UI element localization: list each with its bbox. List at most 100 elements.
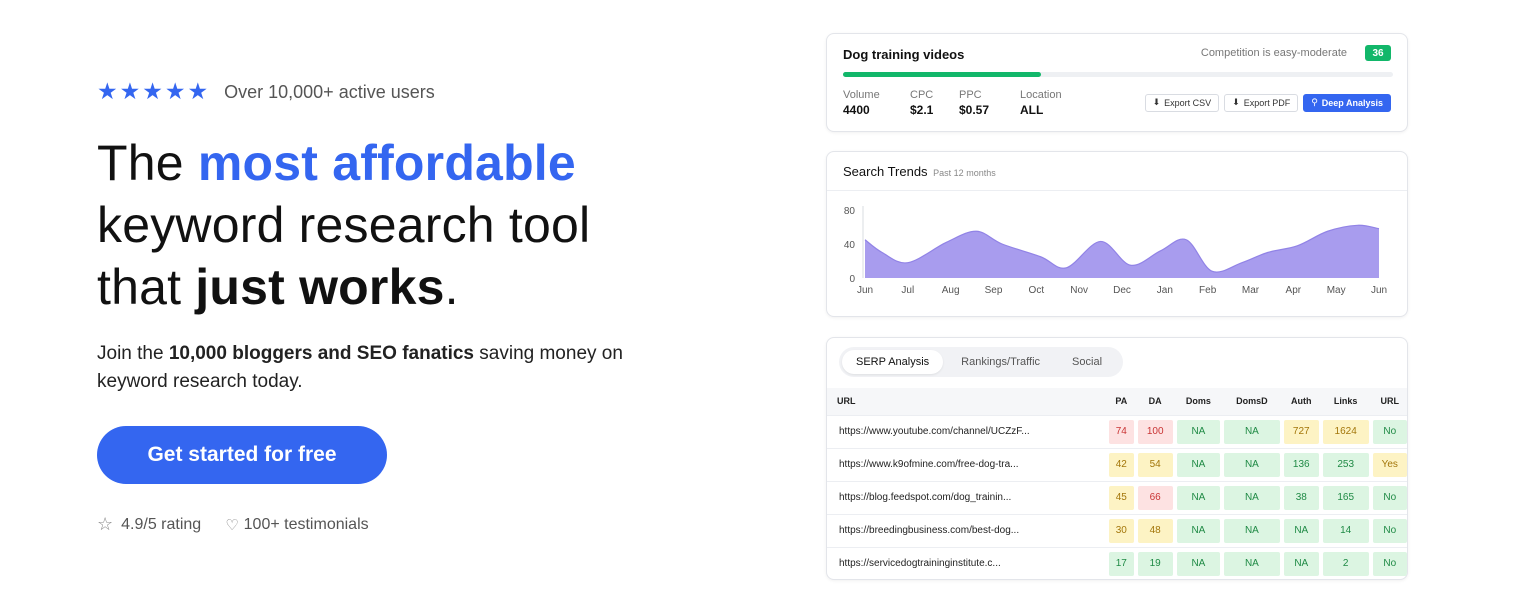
row-url-link[interactable]: https://servicedogtraininginstitute.c... xyxy=(827,547,1107,579)
table-cell: NA xyxy=(1222,415,1282,449)
table-cell: NA xyxy=(1281,547,1321,579)
table-cell: 136 xyxy=(1281,448,1321,482)
star-outline-icon: ☆ xyxy=(97,514,114,535)
metric-value: $0.57 xyxy=(959,103,990,117)
metric-chip: NA xyxy=(1176,551,1221,576)
x-tick-label: Jun xyxy=(857,285,873,296)
hero-subtitle: Join the 10,000 bloggers and SEO fanatic… xyxy=(97,340,677,396)
export-csv-label: Export CSV xyxy=(1164,98,1212,108)
get-started-button[interactable]: Get started for free xyxy=(97,426,387,484)
metric-label: PPC xyxy=(959,89,982,101)
table-cell: NA xyxy=(1174,547,1223,579)
metric-chip: No xyxy=(1372,485,1407,510)
table-cell: NA xyxy=(1281,514,1321,548)
table-cell: NA xyxy=(1222,448,1282,482)
user-rating-row: ★ ★ ★ ★ ★ Over 10,000+ active users xyxy=(97,78,717,106)
trends-subtitle: Past 12 months xyxy=(933,168,996,178)
metric-chip: NA xyxy=(1224,551,1280,576)
table-cell: 100 xyxy=(1135,415,1175,449)
table-cell: 19 xyxy=(1135,547,1175,579)
x-tick-label: Apr xyxy=(1286,285,1302,296)
table-row: https://www.youtube.com/channel/UCZzF...… xyxy=(827,415,1407,449)
download-icon: ⬇ xyxy=(1152,98,1161,108)
metric-chip: NA xyxy=(1224,485,1280,510)
headline-accent: most affordable xyxy=(197,135,576,191)
deep-analysis-button[interactable]: ⚲ Deep Analysis xyxy=(1303,94,1391,112)
download-icon: ⬇ xyxy=(1232,98,1240,108)
x-tick-label: Jan xyxy=(1157,285,1173,296)
serp-card: SERP Analysis Rankings/Traffic Social URL P… xyxy=(826,337,1408,580)
row-url-link[interactable]: https://breedingbusiness.com/best-dog... xyxy=(827,514,1107,548)
table-cell: NA xyxy=(1222,514,1282,548)
column-header-url[interactable]: URL xyxy=(827,388,1107,416)
column-header-auth[interactable]: Auth xyxy=(1281,388,1321,416)
x-tick-label: Jul xyxy=(901,285,914,296)
tab-serp-analysis[interactable]: SERP Analysis xyxy=(842,350,944,374)
row-url-link[interactable]: https://blog.feedspot.com/dog_trainin... xyxy=(827,481,1107,515)
x-tick-label: Nov xyxy=(1070,285,1088,296)
keyword-card: Dog training videos Competition is easy-… xyxy=(826,33,1408,132)
subtitle-strong: 10,000 bloggers and SEO fanatics xyxy=(168,343,474,364)
table-cell: NA xyxy=(1222,481,1282,515)
column-header-doms[interactable]: Doms xyxy=(1174,388,1223,416)
tab-social[interactable]: Social xyxy=(1058,350,1116,374)
table-row: https://blog.feedspot.com/dog_trainin...… xyxy=(827,481,1407,515)
column-header-url[interactable]: URL xyxy=(1370,388,1407,416)
metric-chip: 1624 xyxy=(1322,419,1369,444)
table-cell: Yes xyxy=(1370,448,1407,482)
rating-text: 4.9/5 rating xyxy=(121,515,202,533)
deep-analysis-label: Deep Analysis xyxy=(1321,98,1383,108)
star-icon: ★ xyxy=(187,78,209,105)
table-cell: 17 xyxy=(1107,547,1136,579)
row-url-link[interactable]: https://www.youtube.com/channel/UCZzF... xyxy=(827,415,1107,449)
row-url-link[interactable]: https://www.k9ofmine.com/free-dog-tra... xyxy=(827,448,1107,482)
search-trends-card: Search Trends Past 12 months 0 40 80 Jun Jul… xyxy=(826,151,1408,317)
trends-title: Search Trends Past 12 months xyxy=(843,164,996,179)
metric-chip: NA xyxy=(1283,518,1319,543)
active-users-text: Over 10,000+ active users xyxy=(224,81,435,102)
table-cell: 48 xyxy=(1135,514,1175,548)
metric-volume: Volume 4400 xyxy=(843,89,880,117)
metric-ppc: PPC $0.57 xyxy=(959,89,989,117)
social-proof: ☆ 4.9/5 rating ♡ 100+ testimonials xyxy=(97,514,369,535)
table-cell: NA xyxy=(1174,481,1223,515)
column-header-da[interactable]: DA xyxy=(1135,388,1175,416)
metric-chip: No xyxy=(1372,518,1407,543)
table-cell: 54 xyxy=(1135,448,1175,482)
competition-label: Competition is easy-moderate xyxy=(1200,47,1347,59)
export-pdf-button[interactable]: ⬇ Export PDF xyxy=(1224,94,1299,112)
export-csv-button[interactable]: ⬇ Export CSV xyxy=(1144,94,1220,112)
metric-label: Location xyxy=(1020,89,1062,101)
table-cell: No xyxy=(1370,547,1407,579)
heart-icon: ♡ xyxy=(225,515,239,534)
tab-rankings-traffic[interactable]: Rankings/Traffic xyxy=(947,350,1054,374)
headline-prefix: The xyxy=(97,135,198,191)
search-trends-chart: 0 40 80 Jun Jul Aug Sep Oct Nov Dec Jan Feb Mar Apr Ma… xyxy=(844,206,1387,296)
table-cell: 66 xyxy=(1135,481,1175,515)
x-tick-label: Dec xyxy=(1113,285,1131,296)
table-cell: 165 xyxy=(1320,481,1371,515)
testimonials-link[interactable]: 100+ testimonials xyxy=(244,516,369,534)
column-header-links[interactable]: Links xyxy=(1320,388,1371,416)
metric-chip: 165 xyxy=(1322,485,1369,510)
headline-line2: keyword research tool xyxy=(97,197,591,253)
trend-area xyxy=(865,225,1379,278)
table-cell: 38 xyxy=(1281,481,1321,515)
table-cell: NA xyxy=(1222,547,1282,579)
table-cell: 74 xyxy=(1107,415,1136,449)
competition-progress-fill xyxy=(843,72,1041,77)
metric-chip: No xyxy=(1372,419,1407,444)
metric-chip: 38 xyxy=(1283,485,1319,510)
metric-chip: NA xyxy=(1224,419,1280,444)
column-header-pa[interactable]: PA xyxy=(1107,388,1136,416)
x-tick-label: Aug xyxy=(942,285,960,296)
headline-strong: just works xyxy=(195,259,445,315)
metric-chip: 42 xyxy=(1109,452,1134,477)
serp-table: URL PA DA Doms DomsD Auth Links URL https://www… xyxy=(827,388,1407,579)
table-cell: No xyxy=(1370,415,1407,449)
column-header-domsd[interactable]: DomsD xyxy=(1222,388,1282,416)
metric-chip: NA xyxy=(1176,419,1221,444)
table-row: https://servicedogtraininginstitute.c...… xyxy=(827,547,1407,579)
x-tick-label: Feb xyxy=(1199,285,1217,296)
table-cell: 1624 xyxy=(1320,415,1371,449)
